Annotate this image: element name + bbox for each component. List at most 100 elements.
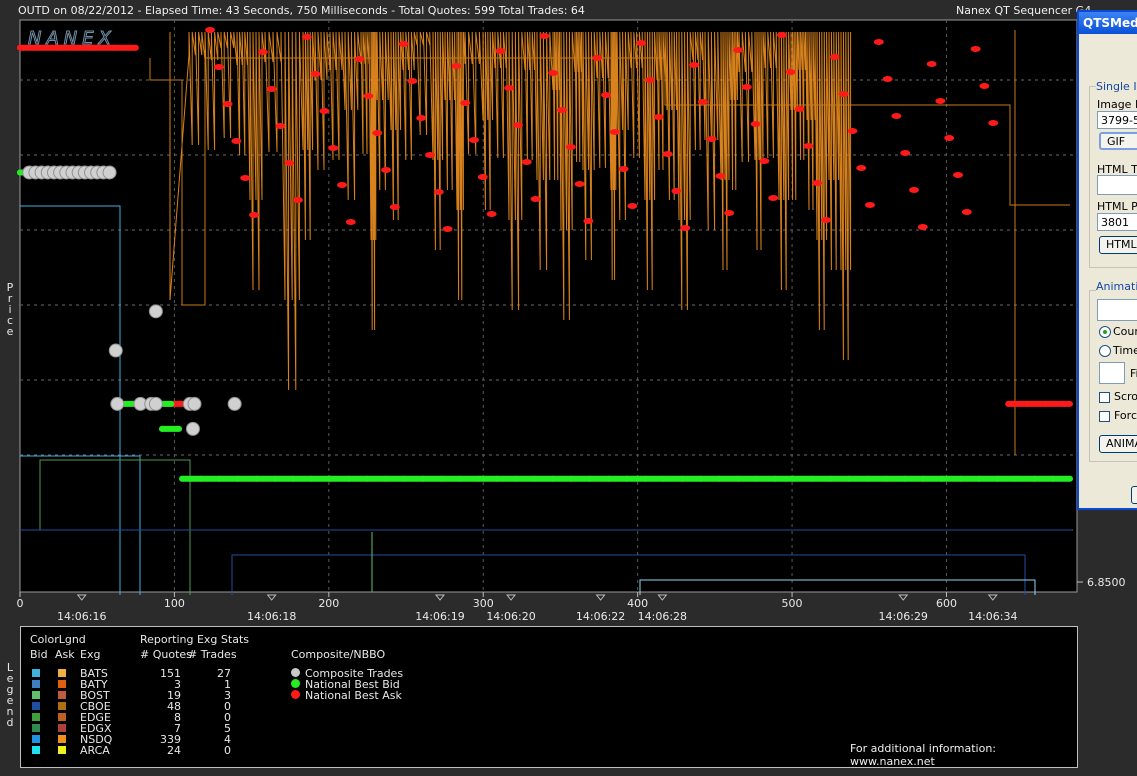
ask-marker-44 bbox=[592, 55, 603, 61]
ask-marker-48 bbox=[627, 203, 638, 209]
series-1-marker-3-513 bbox=[809, 475, 816, 482]
ask-marker-18 bbox=[363, 93, 374, 99]
animation-input[interactable] bbox=[1097, 299, 1137, 321]
legend-panel: ColorLgnd Reporting Exg Stats Bid Ask Ex… bbox=[20, 626, 1078, 768]
trade-point-16 bbox=[110, 396, 125, 411]
timer-label: Timer bbox=[1113, 344, 1137, 357]
series-1-marker-3-297 bbox=[475, 475, 482, 482]
ask-swatch-bost bbox=[58, 691, 66, 699]
bid-swatch-cboe bbox=[32, 702, 40, 710]
ask-marker-39 bbox=[548, 70, 559, 76]
ask-marker-74 bbox=[856, 165, 867, 171]
legend-side-label: Legend bbox=[6, 661, 14, 729]
series-1-marker-3-609 bbox=[957, 475, 964, 482]
legend-bid-header: Bid bbox=[30, 648, 48, 661]
timer-radio[interactable] bbox=[1099, 345, 1111, 357]
ask-marker-21 bbox=[389, 204, 400, 210]
ask-marker-15 bbox=[337, 182, 347, 188]
legend-exchange: ARCA bbox=[80, 744, 110, 757]
legend-ask-header: Ask bbox=[55, 648, 75, 661]
series-1-marker-3-321 bbox=[512, 475, 519, 482]
series-1-marker-3-477 bbox=[753, 475, 760, 482]
dialog-action-button[interactable] bbox=[1131, 486, 1137, 504]
series-0-marker-2-664 bbox=[1042, 400, 1049, 407]
series-1-marker-3-501 bbox=[790, 475, 797, 482]
series-1-marker-3-405 bbox=[642, 475, 649, 482]
ask-swatch-bats bbox=[58, 669, 66, 677]
bid-swatch-bost bbox=[32, 691, 40, 699]
image-file-input[interactable]: 3799-5 bbox=[1097, 111, 1137, 129]
qtsmedia-dialog: QTSMedia Single Im Image Fi 3799-5 GIF H… bbox=[1077, 10, 1137, 510]
html-page-input[interactable]: 3801 bbox=[1097, 213, 1137, 231]
trade-point-21 bbox=[187, 396, 202, 411]
single-image-label: Single Im bbox=[1096, 80, 1137, 93]
legend-color-header: ColorLgnd bbox=[30, 633, 86, 646]
series-1-marker-3-309 bbox=[494, 475, 501, 482]
series-1-marker-3-105 bbox=[179, 475, 186, 482]
series-1-marker-3-645 bbox=[1012, 475, 1019, 482]
ask-marker-20 bbox=[381, 167, 391, 173]
html-button[interactable]: HTML c bbox=[1099, 236, 1137, 254]
ask-marker-22 bbox=[398, 41, 409, 47]
x-tick-label-4: 400 bbox=[627, 597, 648, 610]
series-1-marker-3-177 bbox=[290, 475, 297, 482]
trade-point-14 bbox=[108, 343, 123, 358]
legend-reporting-header: Reporting Exg Stats bbox=[140, 633, 249, 646]
count-radio[interactable] bbox=[1099, 326, 1111, 338]
series-1-marker-3-345 bbox=[549, 475, 556, 482]
animate-button[interactable]: ANIMA bbox=[1099, 435, 1137, 453]
ask-swatch-nsdq bbox=[58, 735, 66, 743]
legend-quotes-header: # Quotes bbox=[140, 648, 192, 661]
ask-marker-28 bbox=[451, 63, 462, 69]
series-1-marker-3-117 bbox=[197, 475, 204, 482]
bid-swatch-edgx bbox=[32, 724, 40, 732]
trade-point-15 bbox=[148, 304, 163, 319]
ask-marker-51 bbox=[653, 114, 664, 120]
series-1-marker-3-621 bbox=[975, 475, 982, 482]
ask-marker-61 bbox=[741, 84, 752, 90]
ask-marker-46 bbox=[609, 129, 620, 135]
html-page-label: HTML Pa bbox=[1097, 200, 1137, 213]
x-tick-label-5: 500 bbox=[782, 597, 803, 610]
ask-marker-12 bbox=[310, 71, 321, 77]
ask-marker-64 bbox=[768, 195, 779, 201]
ask-marker-53 bbox=[671, 188, 682, 194]
ask-marker-37 bbox=[530, 196, 541, 202]
ask-marker-29 bbox=[460, 100, 471, 106]
ask-marker-30 bbox=[469, 137, 479, 143]
series-1-marker-3-393 bbox=[623, 475, 630, 482]
ask-marker-88 bbox=[979, 83, 990, 89]
ask-marker-13 bbox=[319, 108, 330, 114]
ask-marker-81 bbox=[917, 224, 928, 230]
time-label-2: 14:06:19 bbox=[415, 610, 464, 623]
ask-marker-57 bbox=[706, 136, 717, 142]
ask-marker-67 bbox=[794, 106, 805, 112]
scroll-checkbox[interactable] bbox=[1099, 392, 1110, 403]
ask-marker-23 bbox=[407, 78, 418, 84]
ask-marker-76 bbox=[873, 39, 884, 45]
force-checkbox[interactable] bbox=[1099, 411, 1110, 422]
frames-input[interactable] bbox=[1099, 362, 1125, 384]
ask-marker-52 bbox=[662, 151, 673, 157]
dialog-title[interactable]: QTSMedia bbox=[1079, 12, 1137, 34]
ask-marker-45 bbox=[601, 92, 611, 98]
time-label-7: 14:06:34 bbox=[968, 610, 1017, 623]
ask-marker-66 bbox=[785, 69, 796, 75]
time-marker-0 bbox=[76, 594, 87, 601]
gif-button[interactable]: GIF bbox=[1099, 132, 1137, 150]
series-1-marker-3-525 bbox=[827, 475, 834, 482]
series-1-marker-3-249 bbox=[401, 475, 408, 482]
time-label-3: 14:06:20 bbox=[486, 610, 535, 623]
ask-marker-65 bbox=[777, 32, 787, 38]
ask-marker-50 bbox=[645, 77, 655, 83]
ask-marker-71 bbox=[829, 54, 840, 60]
trade-point-23 bbox=[185, 421, 200, 436]
trade-point-13 bbox=[102, 165, 117, 180]
series-1-marker-3-453 bbox=[716, 475, 723, 482]
series-1-marker-3-189 bbox=[308, 475, 315, 482]
trade-point-19 bbox=[148, 396, 163, 411]
html-title-input[interactable] bbox=[1097, 175, 1137, 195]
bid-swatch-bats bbox=[32, 669, 40, 677]
series-1-marker-3-237 bbox=[382, 475, 389, 482]
ask-marker-43 bbox=[583, 218, 594, 224]
